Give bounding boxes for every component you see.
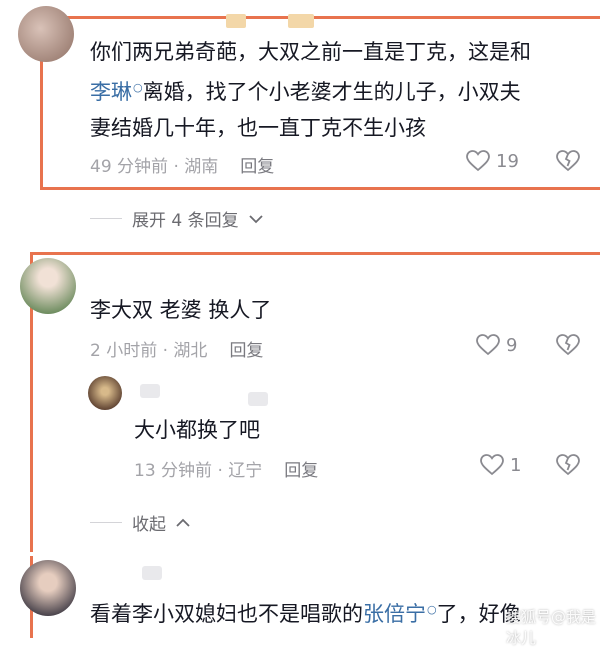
like-button[interactable]: 1 (480, 454, 521, 476)
avatar[interactable] (20, 560, 76, 616)
username-placeholder (226, 14, 246, 28)
comment-text: 李大双 老婆 换人了 (90, 298, 272, 322)
like-count: 1 (510, 454, 522, 476)
broken-heart-icon (556, 454, 580, 476)
chevron-up-icon (176, 518, 190, 527)
broken-heart-icon (556, 150, 580, 172)
collapse-replies[interactable]: 收起 (90, 510, 190, 535)
like-button[interactable]: 9 (476, 334, 517, 356)
search-icon: ○ (133, 81, 143, 94)
dislike-button[interactable] (556, 334, 580, 360)
avatar[interactable] (20, 258, 76, 314)
comment-text: 大小都换了吧 (134, 418, 260, 442)
reply-button[interactable]: 回复 (229, 341, 263, 361)
heart-icon (476, 334, 500, 356)
avatar[interactable] (88, 376, 122, 410)
comment-text: 你们两兄弟奇葩，大双之前一直是丁克，这是和 李琳○离婚，找了个小老婆才生的儿子，… (90, 40, 531, 140)
dislike-button[interactable] (556, 454, 580, 480)
comment-meta: 13 分钟前 · 辽宁 回复 (134, 461, 319, 481)
mention-link[interactable]: 张倍宁 (363, 602, 426, 626)
username-placeholder (248, 392, 268, 406)
like-button[interactable]: 19 (466, 150, 519, 172)
heart-icon (466, 150, 490, 172)
comment-meta: 2 小时前 · 湖北 回复 (90, 341, 264, 361)
comment-text: 看着李小双媳妇也不是唱歌的张倍宁○了，好像 (90, 602, 521, 626)
comment-meta: 49 分钟前 · 湖南 回复 (90, 157, 275, 177)
watermark: 搜狐号@我是冰儿 (506, 608, 597, 647)
divider (90, 218, 122, 219)
expand-replies[interactable]: 展开 4 条回复 (90, 206, 263, 231)
reply-button[interactable]: 回复 (240, 157, 274, 177)
divider (90, 522, 122, 523)
chevron-down-icon (248, 214, 263, 223)
mention-link[interactable]: 李琳 (90, 80, 132, 104)
reply-button[interactable]: 回复 (284, 461, 318, 481)
like-count: 9 (506, 334, 518, 356)
avatar[interactable] (18, 6, 74, 62)
broken-heart-icon (556, 334, 580, 356)
username-placeholder (288, 14, 314, 28)
like-count: 19 (496, 150, 519, 172)
search-icon: ○ (427, 603, 437, 616)
username-placeholder (142, 566, 162, 580)
dislike-button[interactable] (556, 150, 580, 176)
heart-icon (480, 454, 504, 476)
username-placeholder (140, 384, 160, 398)
